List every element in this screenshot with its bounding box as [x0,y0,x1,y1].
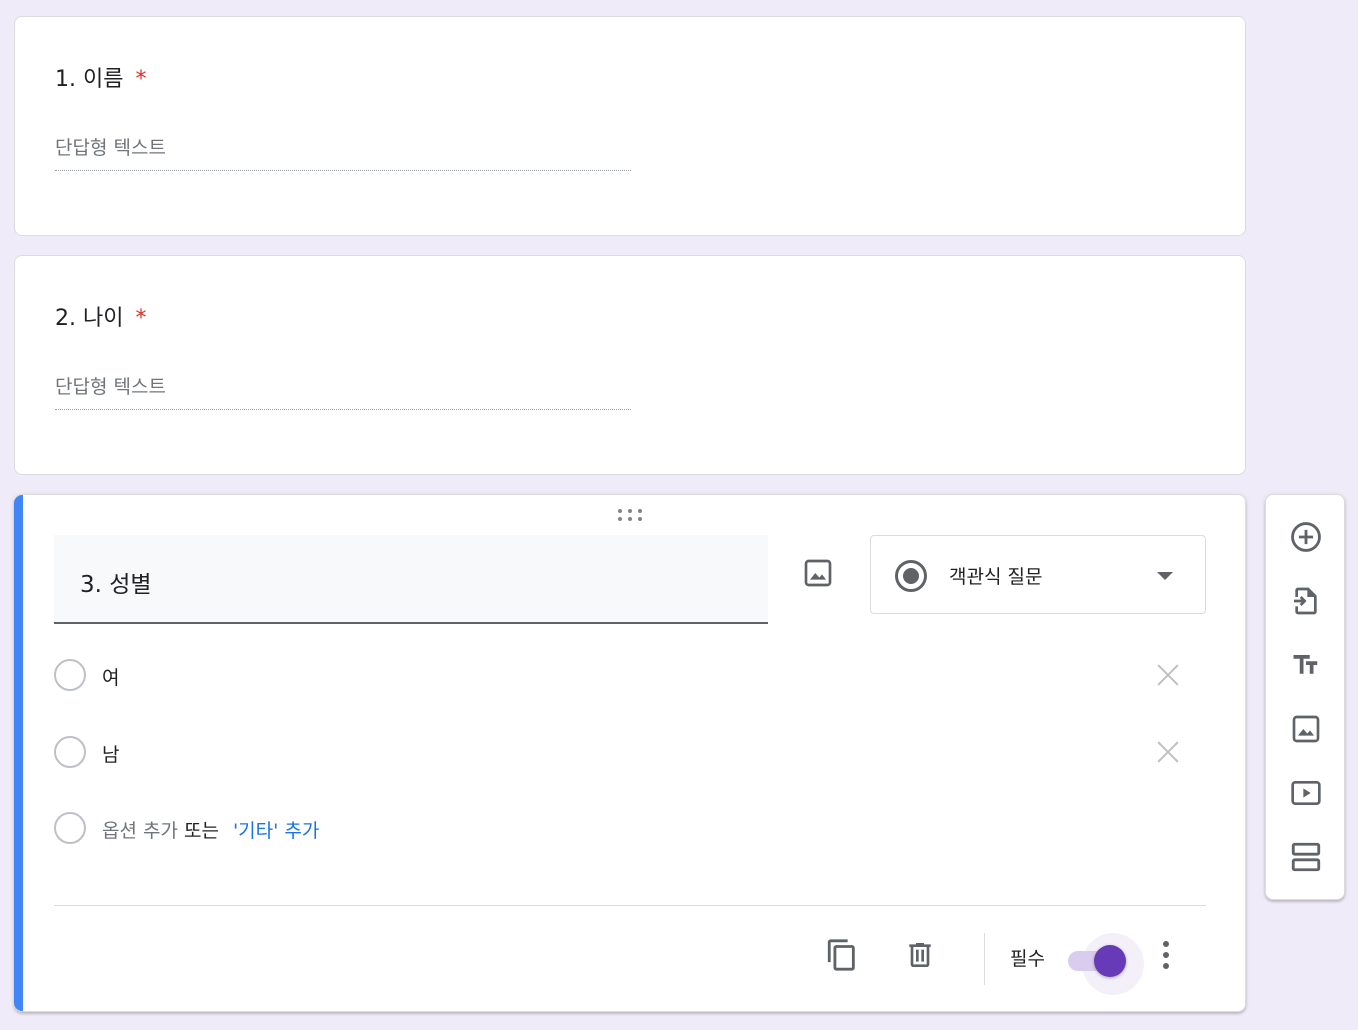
radio-circle-icon [54,812,86,844]
add-section-button[interactable] [1286,837,1326,877]
more-vert-icon[interactable] [1156,941,1176,971]
add-option-link[interactable]: 옵션 추가 [102,820,178,842]
delete-icon [909,943,931,967]
import-questions-icon [1294,587,1317,615]
footer-separator [984,933,985,985]
short-answer-placeholder: 단답형 텍스트 [55,372,631,410]
dropdown-arrow-icon [1157,572,1173,580]
radio-circle-icon [54,659,86,691]
required-label: 필수 [1010,948,1045,970]
remove-option-icon[interactable] [1154,661,1182,689]
drag-handle-icon[interactable] [618,509,644,523]
radio-button-icon [895,560,927,592]
add-other-link[interactable]: '기타' 추가 [233,820,319,842]
question-type-select[interactable]: 객관식 질문 [870,535,1206,614]
question-title: 2. 나이 * [55,300,146,332]
add-image-toolbar-button[interactable] [1286,709,1326,749]
question-title: 1. 이름 * [55,61,146,93]
option-label[interactable]: 남 [102,740,119,767]
question-title-text: 1. 이름 [55,67,124,92]
question-card-gender[interactable]: 3. 성별 객관식 질문 여 남 옵션 추가 또는 '기타' 추가 필수 [14,494,1246,1012]
add-video-icon [1291,781,1321,805]
question-card-name[interactable]: 1. 이름 * 단답형 텍스트 [14,16,1246,236]
add-video-button[interactable] [1286,773,1326,813]
image-icon [804,559,832,587]
footer-divider [54,905,1206,906]
required-asterisk: * [135,306,147,331]
option-row[interactable]: 여 [54,659,1204,693]
active-indicator [14,495,23,1011]
delete-button[interactable] [900,935,940,975]
add-question-button[interactable] [1286,517,1326,557]
add-image-icon [1292,715,1320,743]
required-toggle[interactable] [1068,933,1144,995]
required-asterisk: * [135,67,147,92]
question-title-text: 2. 나이 [55,306,124,331]
toggle-knob [1094,945,1126,977]
question-type-label: 객관식 질문 [949,566,1043,588]
question-title-input[interactable]: 3. 성별 [54,535,768,624]
add-section-icon [1291,842,1321,872]
add-option-row: 옵션 추가 또는 '기타' 추가 [54,812,1204,846]
add-question-icon [1291,522,1321,552]
add-title-icon [1293,655,1318,674]
duplicate-icon [827,939,855,971]
side-toolbar [1265,494,1345,900]
option-row[interactable]: 남 [54,736,1204,770]
import-questions-button[interactable] [1286,581,1326,621]
or-text: 또는 [183,820,219,842]
short-answer-placeholder: 단답형 텍스트 [55,133,631,171]
add-image-button[interactable] [800,555,836,591]
question-card-age[interactable]: 2. 나이 * 단답형 텍스트 [14,255,1246,475]
add-title-button[interactable] [1286,645,1326,685]
radio-circle-icon [54,736,86,768]
remove-option-icon[interactable] [1154,738,1182,766]
duplicate-button[interactable] [822,935,862,975]
option-label[interactable]: 여 [102,663,119,690]
